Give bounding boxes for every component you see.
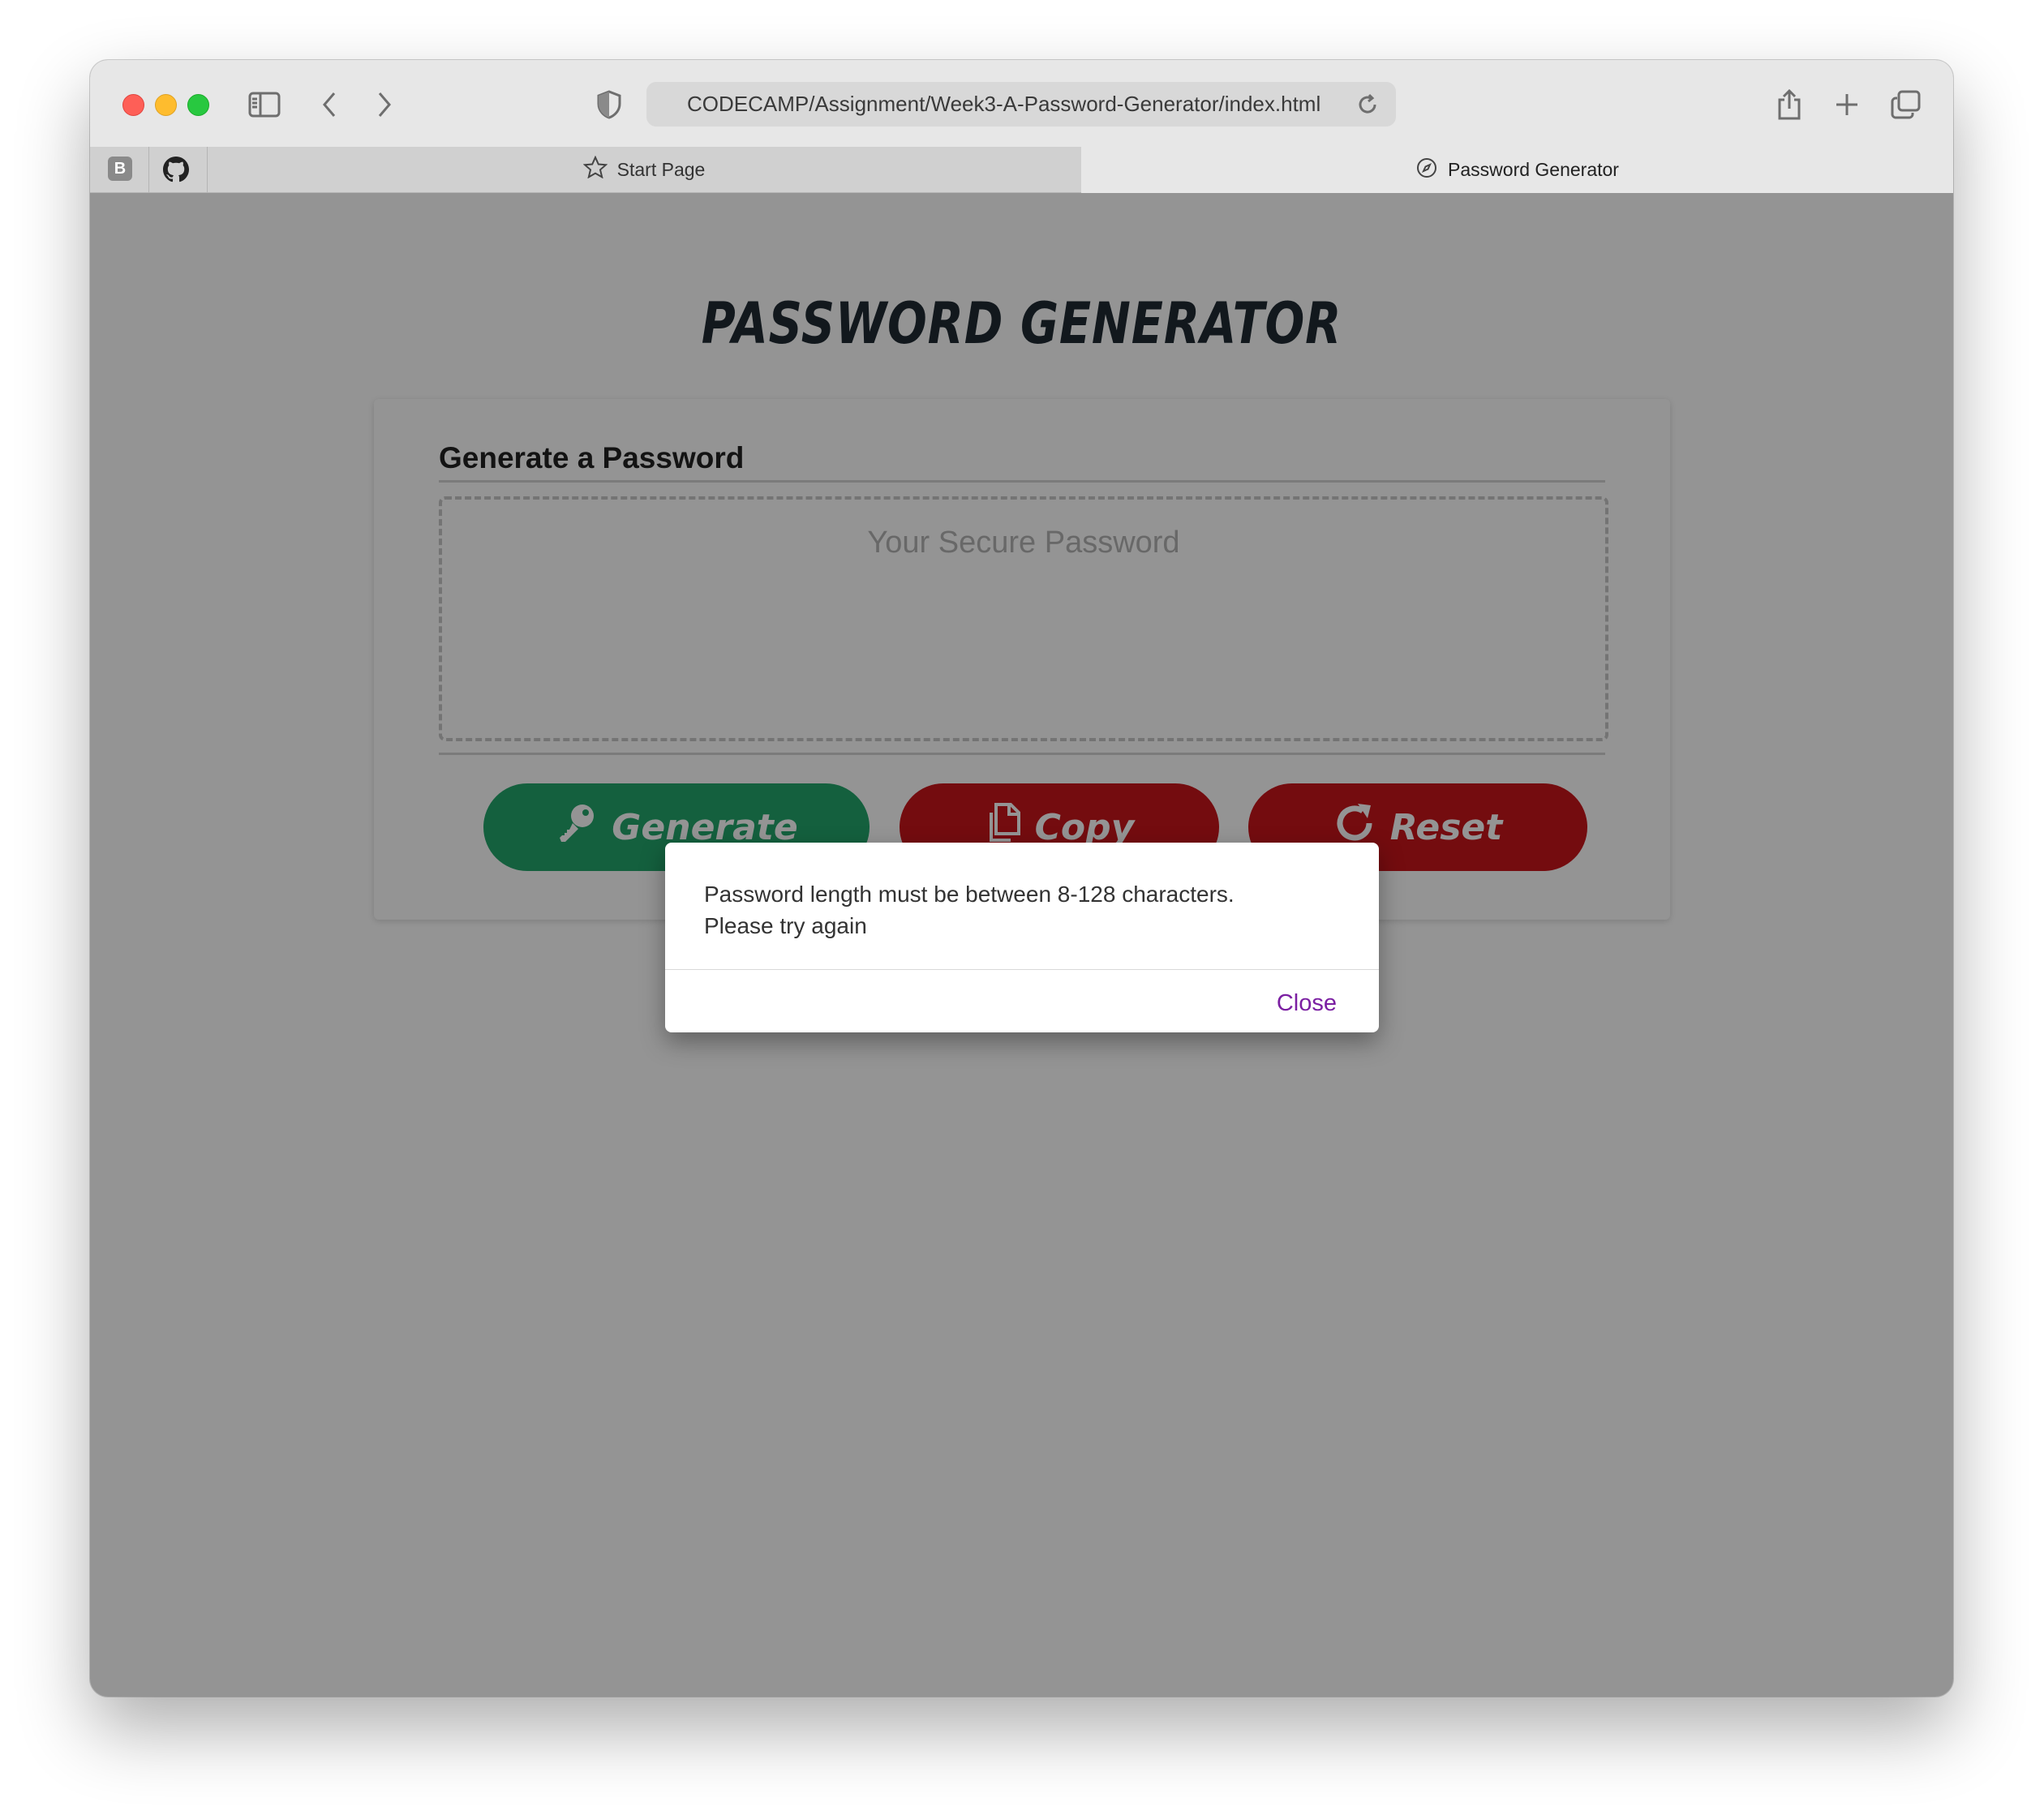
- zoom-window-button[interactable]: [187, 94, 209, 116]
- privacy-shield-icon[interactable]: [590, 86, 628, 123]
- page-content: PASSWORD GENERATOR Generate a Password Y…: [90, 193, 1953, 1697]
- star-icon: [582, 155, 608, 183]
- dialog-message: Password length must be between 8-128 ch…: [704, 878, 1346, 942]
- tab-overview-icon[interactable]: [1887, 86, 1925, 123]
- github-icon[interactable]: [163, 157, 189, 182]
- alert-dialog: Password length must be between 8-128 ch…: [665, 843, 1379, 1032]
- bookmark-b-icon[interactable]: B: [108, 157, 132, 181]
- close-window-button[interactable]: [122, 94, 144, 116]
- forward-arrow-icon[interactable]: [366, 86, 403, 123]
- tab-start-page[interactable]: Start Page: [208, 147, 1080, 192]
- tab-label: Password Generator: [1448, 159, 1619, 180]
- address-bar[interactable]: CODECAMP/Assignment/Week3-A-Password-Gen…: [646, 82, 1396, 127]
- browser-toolbar: CODECAMP/Assignment/Week3-A-Password-Gen…: [90, 60, 1953, 148]
- reload-icon[interactable]: [1349, 86, 1386, 123]
- minimize-window-button[interactable]: [155, 94, 177, 116]
- dialog-divider: [665, 969, 1379, 970]
- dialog-message-line2: Please try again: [704, 913, 867, 938]
- url-text: CODECAMP/Assignment/Week3-A-Password-Gen…: [687, 92, 1321, 116]
- browser-window: CODECAMP/Assignment/Week3-A-Password-Gen…: [90, 60, 1953, 1697]
- sidebar-toggle-icon[interactable]: [246, 86, 283, 123]
- tab-bar: B Start Page Password Generator: [90, 147, 1953, 193]
- compass-icon: [1415, 157, 1438, 184]
- back-arrow-icon[interactable]: [311, 86, 348, 123]
- tab-label: Start Page: [616, 158, 706, 180]
- new-tab-plus-icon[interactable]: [1828, 86, 1866, 123]
- share-icon[interactable]: [1771, 86, 1808, 123]
- close-button[interactable]: Close: [1277, 990, 1337, 1017]
- dialog-message-line1: Password length must be between 8-128 ch…: [704, 882, 1235, 907]
- tab-password-generator[interactable]: Password Generator: [1081, 147, 1953, 193]
